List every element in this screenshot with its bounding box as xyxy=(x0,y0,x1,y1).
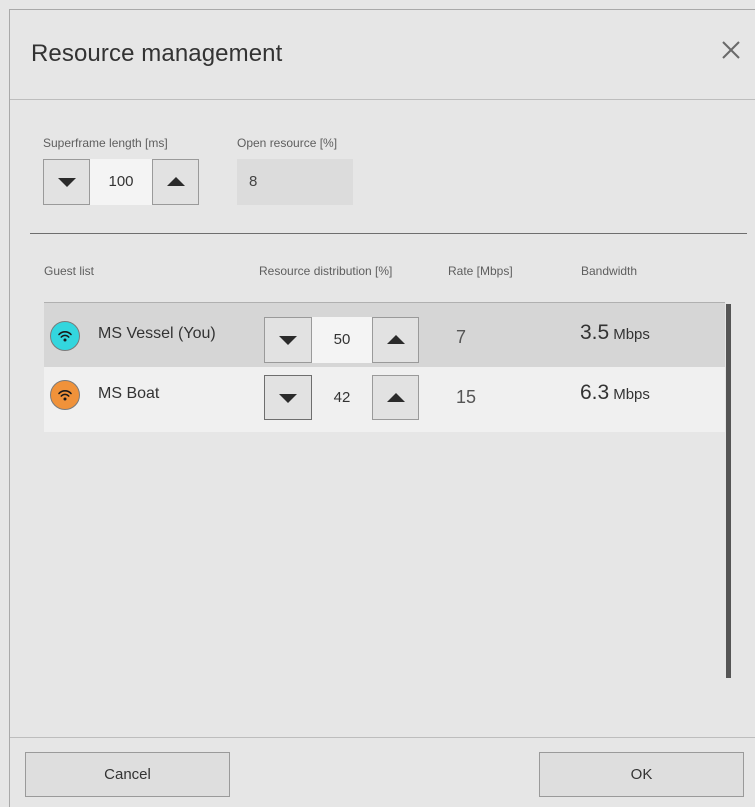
bandwidth-value: 6.3 Mbps xyxy=(580,381,650,405)
distribution-decrease-button[interactable] xyxy=(264,375,312,420)
dialog-title: Resource management xyxy=(31,40,283,67)
open-resource-label: Open resource [%] xyxy=(237,136,338,150)
triangle-up-icon xyxy=(386,392,405,402)
header-divider xyxy=(10,99,755,100)
guest-list-header: Guest list xyxy=(44,264,95,278)
rate-header: Rate [Mbps] xyxy=(448,264,513,278)
bandwidth-value: 3.5 Mbps xyxy=(580,321,650,345)
wifi-icon xyxy=(58,330,72,342)
guest-list-scrollbar[interactable] xyxy=(726,304,731,678)
ok-button[interactable]: OK xyxy=(539,752,744,797)
bandwidth-unit: Mbps xyxy=(613,326,650,343)
footer-divider xyxy=(10,737,755,738)
triangle-down-icon xyxy=(279,336,297,345)
guest-name: MS Vessel (You) xyxy=(98,325,216,342)
superframe-length-label: Superframe length [ms] xyxy=(43,136,168,150)
guest-avatar xyxy=(50,380,80,410)
rate-value: 7 xyxy=(456,327,467,347)
superframe-increase-button[interactable] xyxy=(152,159,199,205)
triangle-up-icon xyxy=(166,177,185,186)
triangle-down-icon xyxy=(57,178,76,187)
triangle-down-icon xyxy=(279,393,297,403)
guest-name: MS Boat xyxy=(98,385,160,402)
resource-management-dialog: Resource management Superframe length [m… xyxy=(9,9,755,807)
distribution-increase-button[interactable] xyxy=(372,317,419,363)
close-button[interactable] xyxy=(715,34,747,66)
guest-row: MS Boat 42 15 6.3 Mbps xyxy=(44,367,725,432)
wifi-icon xyxy=(58,389,72,401)
open-resource-field: 8 xyxy=(237,159,353,205)
close-icon xyxy=(722,41,740,59)
superframe-decrease-button[interactable] xyxy=(43,159,90,205)
bandwidth-number: 6.3 xyxy=(580,381,610,404)
bandwidth-number: 3.5 xyxy=(580,321,610,344)
cancel-button[interactable]: Cancel xyxy=(25,752,230,797)
distribution-value[interactable]: 42 xyxy=(312,375,372,420)
guest-avatar xyxy=(50,321,80,351)
guest-row: MS Vessel (You) 50 7 3.5 Mbps xyxy=(44,302,725,367)
distribution-value[interactable]: 50 xyxy=(312,317,372,363)
triangle-up-icon xyxy=(386,335,405,344)
resource-distribution-header: Resource distribution [%] xyxy=(259,264,393,278)
distribution-increase-button[interactable] xyxy=(372,375,419,420)
distribution-decrease-button[interactable] xyxy=(264,317,312,363)
bandwidth-unit: Mbps xyxy=(613,386,650,403)
rate-value: 15 xyxy=(456,387,477,407)
bandwidth-header: Bandwidth xyxy=(581,264,638,278)
superframe-length-value[interactable]: 100 xyxy=(90,159,152,205)
section-divider xyxy=(30,233,747,234)
